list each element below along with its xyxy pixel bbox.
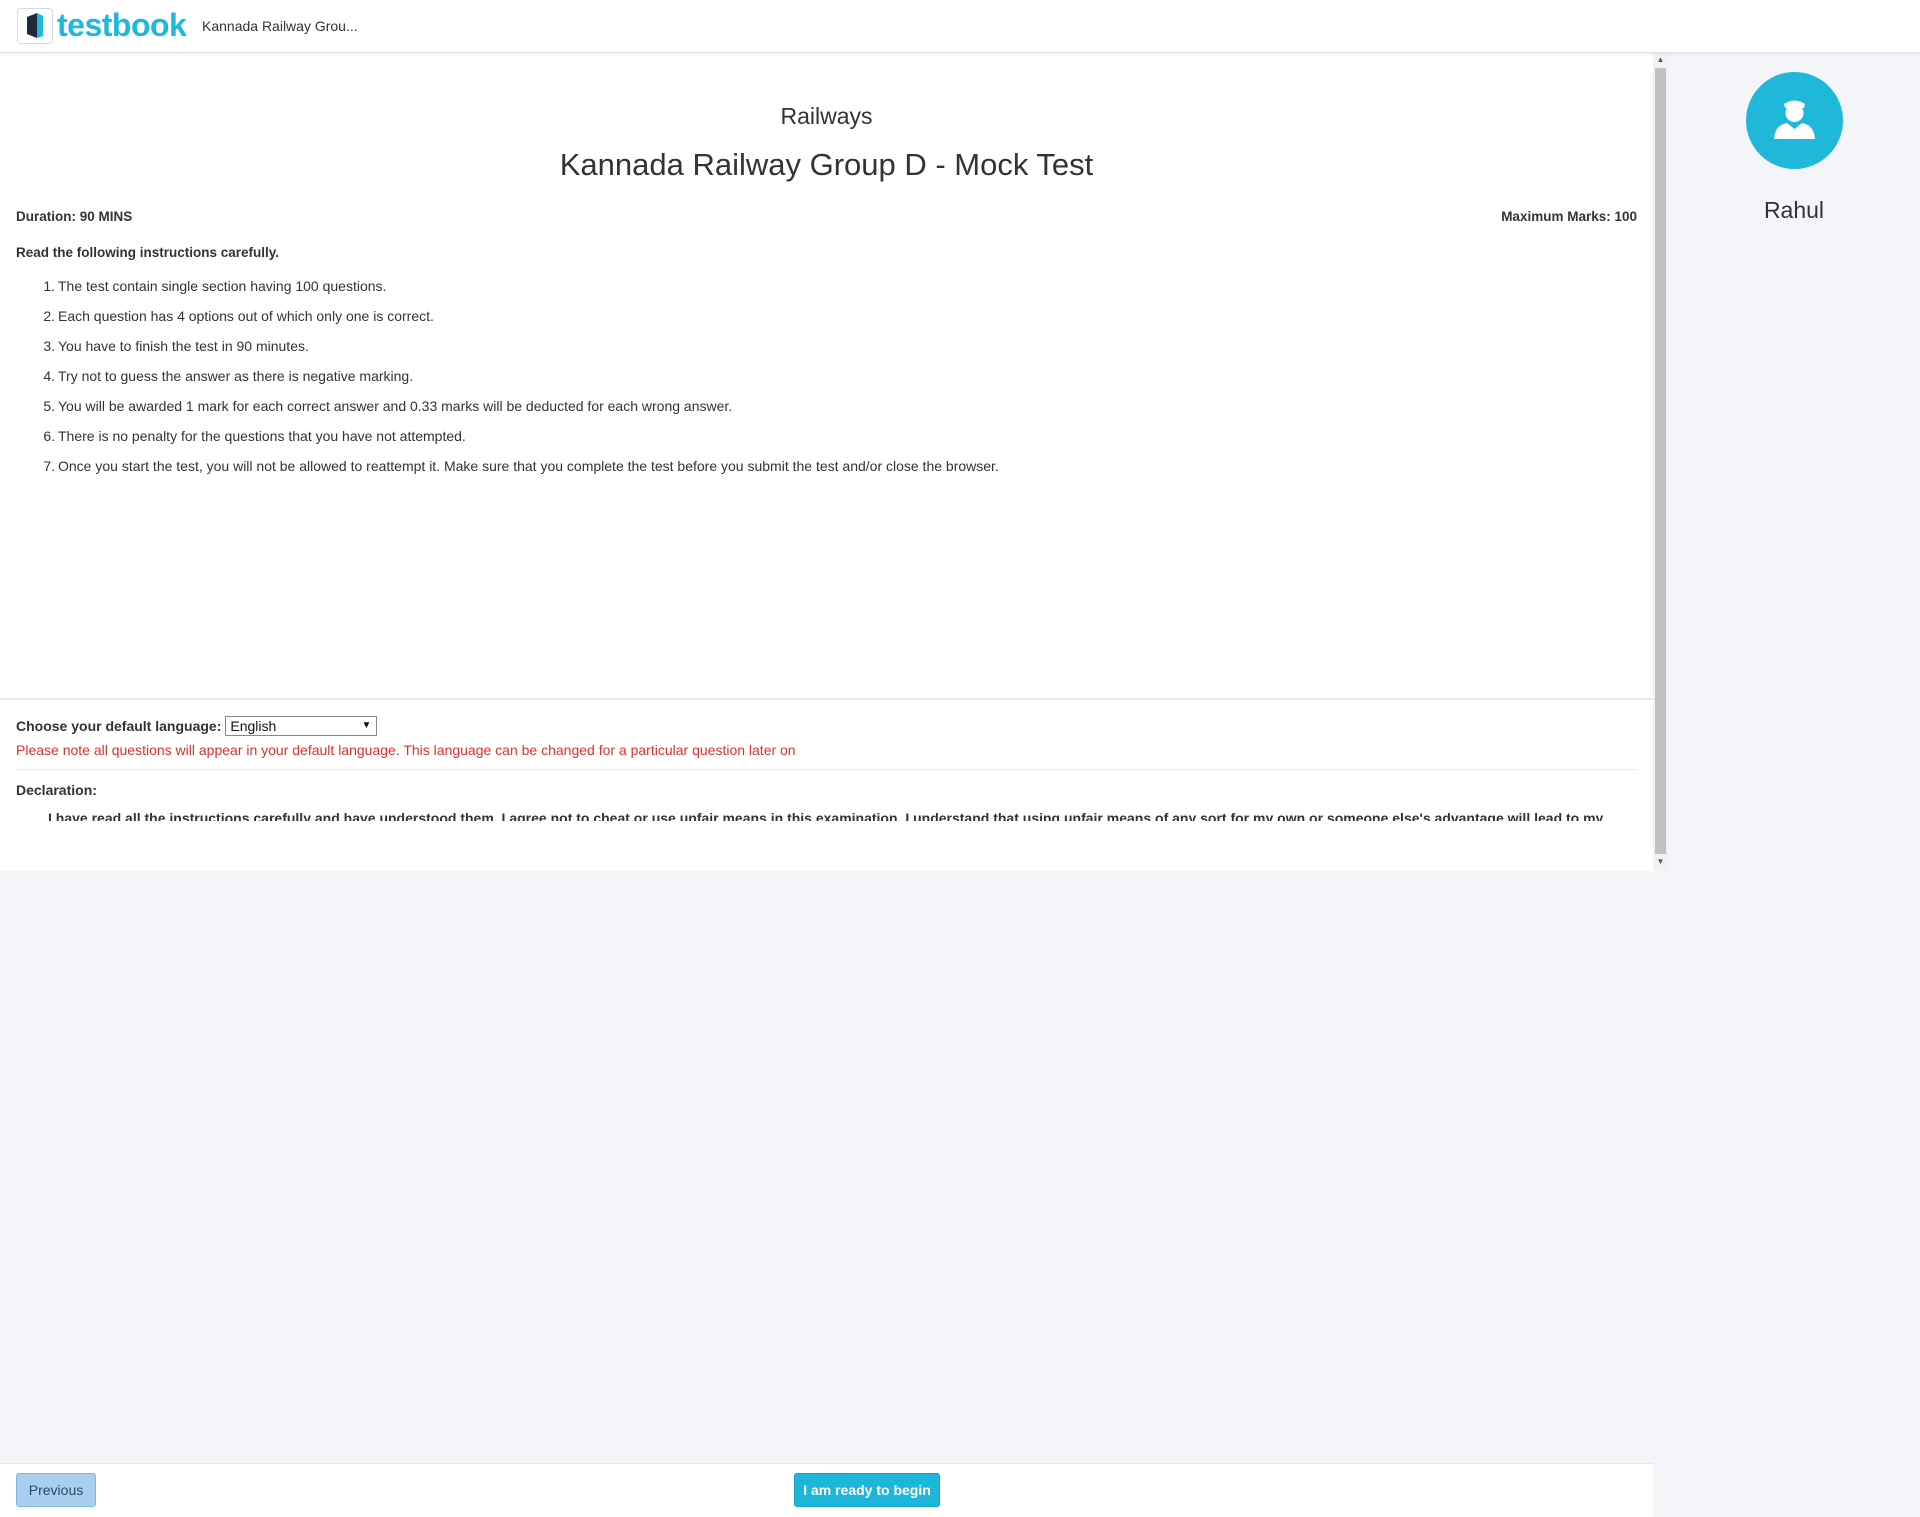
list-item: 5. You will be awarded 1 mark for each co… xyxy=(43,398,733,414)
user-panel: Rahul xyxy=(1668,53,1920,869)
previous-button[interactable]: Previous xyxy=(16,1473,96,1507)
list-item: 3. You have to finish the test in 90 minu… xyxy=(43,338,309,354)
caret-down-icon: ▼ xyxy=(361,720,372,731)
instructions-list: 1. The test contain single section having… xyxy=(16,271,999,481)
list-item: 7. Once you start the test, you will not … xyxy=(43,458,999,474)
footer-bar: Previous I am ready to begin xyxy=(0,1463,1653,1517)
max-marks-label: Maximum Marks: 100 xyxy=(1501,209,1637,224)
divider xyxy=(16,769,1637,770)
ready-to-begin-button[interactable]: I am ready to begin xyxy=(794,1473,940,1507)
test-category: Railways xyxy=(780,103,873,129)
instructions-panel: Railways Kannada Railway Group D - Mock … xyxy=(0,53,1653,698)
scroll-up-arrow-icon[interactable]: ▲ xyxy=(1653,53,1668,67)
language-row: Choose your default language: English ▼ xyxy=(16,716,378,736)
duration-label: Duration: 90 MINS xyxy=(16,209,133,224)
language-selected-value: English xyxy=(230,718,277,734)
list-item: 2. Each question has 4 options out of whi… xyxy=(43,308,434,324)
user-name: Rahul xyxy=(1763,197,1825,223)
main-content: Railways Kannada Railway Group D - Mock … xyxy=(0,53,1653,1517)
scroll-thumb[interactable] xyxy=(1655,68,1666,854)
list-item: 1. The test contain single section having… xyxy=(43,278,387,294)
page-title: Kannada Railway Group D - Mock Test xyxy=(559,147,1094,182)
top-header: testbook Kannada Railway Grou... xyxy=(0,0,1920,53)
language-select[interactable]: English ▼ xyxy=(225,716,378,736)
list-item: 6. There is no penalty for the questions … xyxy=(43,428,466,444)
instructions-heading: Read the following instructions carefull… xyxy=(16,245,280,260)
declaration-heading: Declaration: xyxy=(16,782,97,798)
language-declaration-panel: Choose your default language: English ▼ … xyxy=(0,698,1653,1517)
user-icon xyxy=(1774,100,1815,139)
list-item: 4. Try not to guess the answer as there i… xyxy=(43,368,414,384)
language-note: Please note all questions will appear in… xyxy=(16,742,796,758)
scrollbar[interactable]: ▲ ▼ xyxy=(1653,53,1668,869)
scroll-down-arrow-icon[interactable]: ▼ xyxy=(1653,855,1668,869)
header-test-name: Kannada Railway Grou... xyxy=(202,18,358,34)
logo-text[interactable]: testbook xyxy=(57,6,187,44)
language-label: Choose your default language: xyxy=(16,718,222,734)
avatar xyxy=(1746,72,1843,169)
declaration-text: I have read all the instructions careful… xyxy=(48,810,1608,821)
testbook-logo-icon[interactable] xyxy=(17,8,53,44)
